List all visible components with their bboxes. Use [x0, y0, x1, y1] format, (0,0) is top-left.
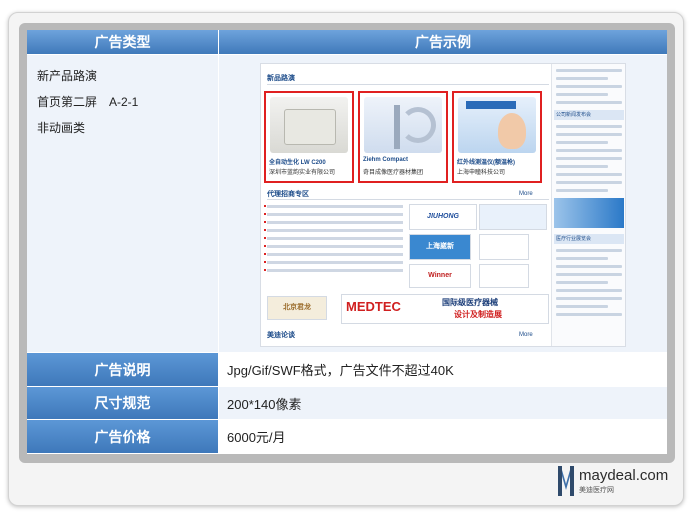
logo-jiuhong[interactable]: JIUHONG	[409, 204, 477, 231]
banner-title: 国际级医疗器械	[442, 298, 498, 308]
logo-partner[interactable]	[479, 204, 547, 231]
product-name: 全自动生化 LW C200	[269, 160, 326, 167]
agent-item[interactable]	[267, 237, 403, 241]
bullet-icon	[264, 213, 266, 216]
logo-beijing[interactable]: 北京君龙	[267, 296, 327, 321]
divider	[267, 199, 549, 201]
ad-spec-table: 广告类型 广告示例 新产品路演 首页第二屏 A-2-1 非动画类 新品路演 全自…	[27, 30, 667, 454]
ad-type-line: 首页第二屏 A-2-1	[37, 95, 139, 110]
ad-type-cell: 新产品路演 首页第二屏 A-2-1 非动画类	[27, 55, 219, 354]
sidebar-heading: 医疗行业展览会	[554, 234, 624, 245]
analyzer-shape	[284, 109, 336, 146]
agent-item[interactable]	[267, 205, 403, 209]
face-shape	[498, 113, 526, 150]
sidebar-banner[interactable]	[554, 198, 624, 229]
header-ad-type: 广告类型	[27, 30, 219, 56]
bullet-icon	[264, 269, 266, 272]
example-sidebar: 公司新闻发布会 医疗行业展览会	[551, 64, 625, 347]
product-company: 深圳市蓝韵实业有限公司	[269, 170, 336, 177]
logo-tyco[interactable]	[479, 264, 529, 289]
ad-example-cell: 新品路演 全自动生化 LW C200 深圳市蓝韵实业有限公司 Ziehm Com…	[219, 55, 667, 354]
product-company: 奇目成像医疗器材集团	[363, 170, 424, 177]
ad-type-line: 新产品路演	[37, 69, 98, 84]
product-image	[458, 97, 536, 154]
c-arm-ring	[400, 107, 436, 144]
example-screenshot: 新品路演 全自动生化 LW C200 深圳市蓝韵实业有限公司 Ziehm Com…	[260, 63, 626, 348]
logo-shanghai[interactable]: 上海崴新	[409, 234, 471, 261]
bullet-icon	[264, 221, 266, 224]
bullet-icon	[264, 253, 266, 256]
logo-winner[interactable]: Winner	[409, 264, 471, 289]
bottom-section-title: 美迪论谈	[267, 332, 295, 340]
bullet-icon	[264, 245, 266, 248]
divider	[267, 84, 549, 86]
product-image	[270, 97, 348, 154]
table-frame: 广告类型 广告示例 新产品路演 首页第二屏 A-2-1 非动画类 新品路演 全自…	[19, 23, 675, 463]
agent-section-title: 代理招商专区	[267, 191, 309, 199]
row-label-description: 广告说明	[27, 353, 219, 387]
agent-item[interactable]	[267, 245, 403, 249]
ad-type-line: 非动画类	[37, 121, 86, 136]
agent-item[interactable]	[267, 253, 403, 257]
logo-eff[interactable]	[479, 234, 529, 261]
medtec-banner[interactable]: MEDTEC 国际级医疗器械 设计及制造展	[341, 294, 549, 325]
bullet-icon	[264, 237, 266, 240]
product-name: 红外线测温仪(额温枪)	[457, 160, 515, 167]
row-value-size: 200*140像素	[219, 386, 667, 421]
banner-brand: MEDTEC	[346, 299, 401, 315]
product-company: 上海申瞳科技公司	[457, 170, 506, 177]
bullet-icon	[264, 261, 266, 264]
product-card[interactable]: 全自动生化 LW C200 深圳市蓝韵实业有限公司	[264, 91, 354, 184]
row-label-size: 尺寸规范	[27, 386, 219, 421]
bullet-icon	[264, 229, 266, 232]
product-card[interactable]: Ziehm Compact 奇目成像医疗器材集团	[358, 91, 448, 184]
more-link[interactable]: More	[519, 191, 533, 197]
bullet-icon	[264, 205, 266, 208]
ad-spec-card: 广告类型 广告示例 新产品路演 首页第二屏 A-2-1 非动画类 新品路演 全自…	[8, 12, 684, 506]
c-arm-shape	[394, 105, 400, 150]
agent-item[interactable]	[267, 213, 403, 217]
sidebar-heading: 公司新闻发布会	[554, 110, 624, 121]
maydeal-logo-icon	[558, 466, 574, 496]
product-name: Ziehm Compact	[363, 157, 409, 164]
agent-item[interactable]	[267, 261, 403, 265]
agent-item[interactable]	[267, 229, 403, 233]
row-value-price: 6000元/月	[219, 420, 667, 454]
product-card[interactable]: 红外线测温仪(额温枪) 上海申瞳科技公司	[452, 91, 542, 184]
brand-strip	[466, 101, 516, 110]
agent-item[interactable]	[267, 269, 403, 273]
agent-item[interactable]	[267, 221, 403, 225]
header-ad-example: 广告示例	[219, 30, 667, 56]
more-link[interactable]: More	[519, 332, 533, 338]
row-value-description: Jpg/Gif/SWF格式，广告文件不超过40K	[219, 353, 667, 387]
banner-subtitle: 设计及制造展	[454, 310, 502, 320]
brand-cn: 美迪医疗网	[579, 487, 614, 494]
section-title: 新品路演	[267, 75, 295, 83]
product-image	[364, 97, 442, 154]
brand-site: maydeal.com	[579, 467, 669, 484]
row-label-price: 广告价格	[27, 420, 219, 454]
brand-logo[interactable]: maydeal.com 美迪医疗网	[557, 464, 681, 500]
